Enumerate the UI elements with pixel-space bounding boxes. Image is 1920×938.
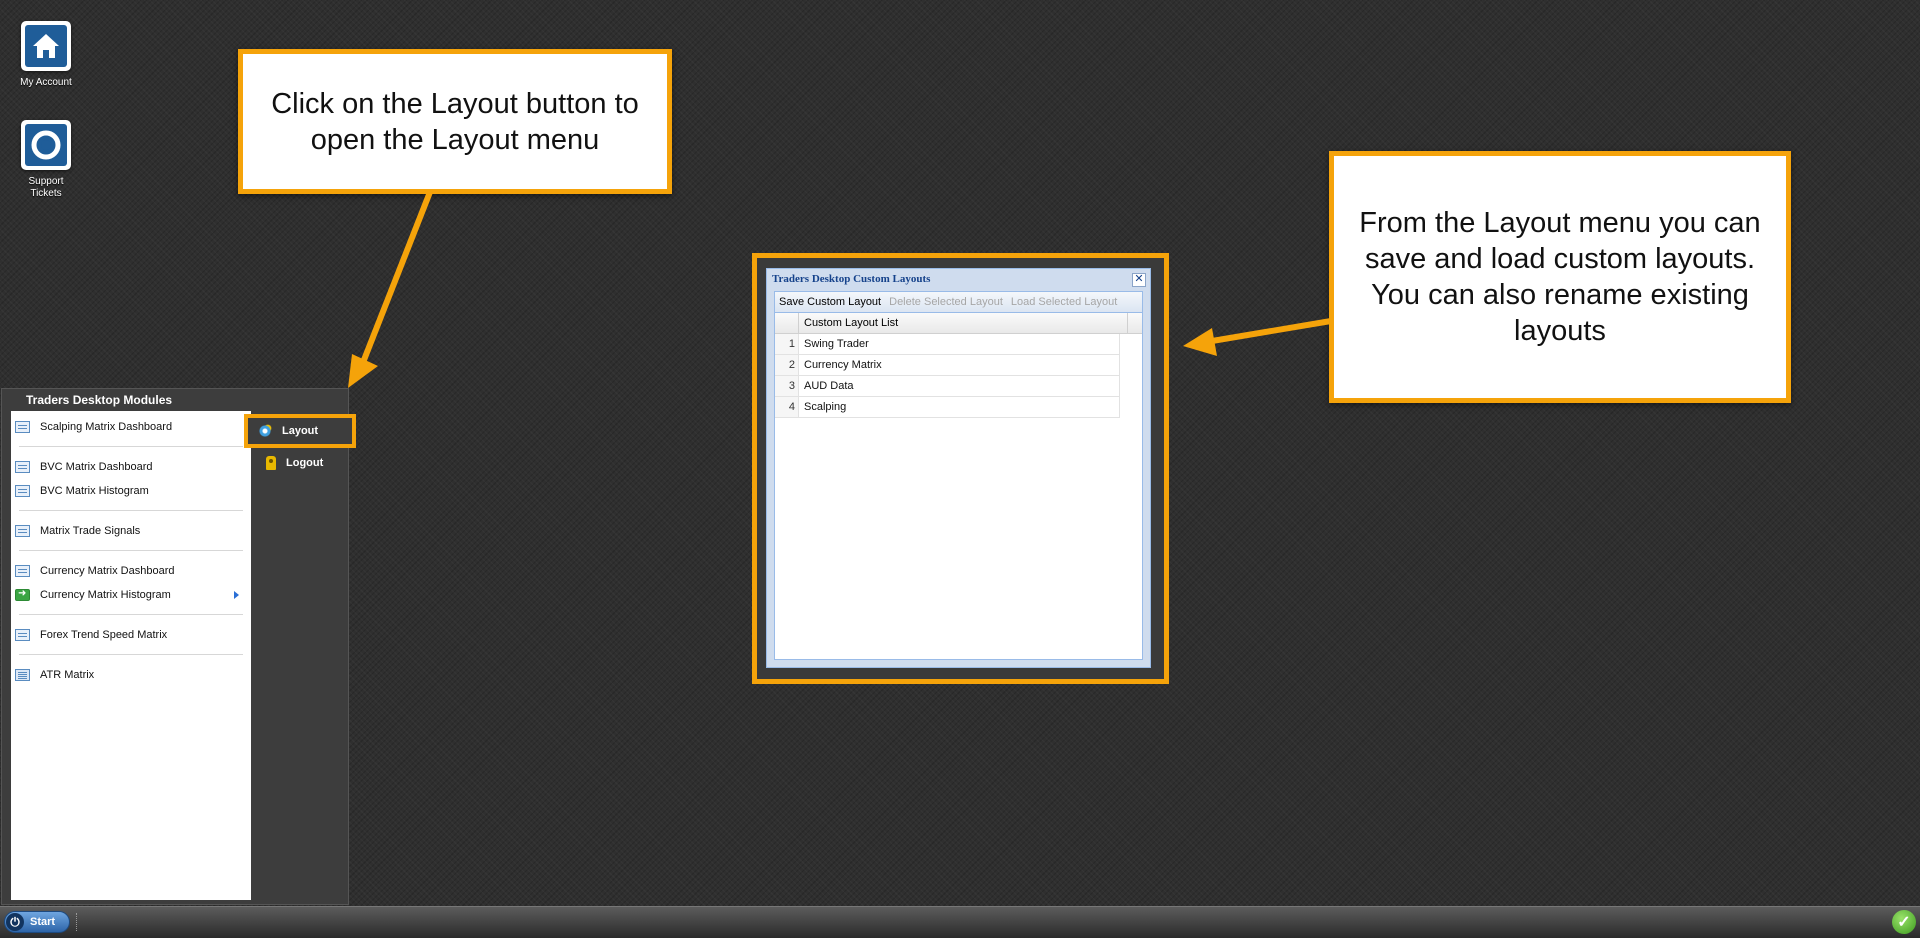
module-list: Scalping Matrix Dashboard BVC Matrix Das… xyxy=(11,411,251,900)
lifebuoy-icon xyxy=(21,120,71,170)
load-selected-layout-button[interactable]: Load Selected Layout xyxy=(1007,296,1121,308)
key-icon xyxy=(266,456,276,470)
start-menu-title: Traders Desktop Modules xyxy=(26,393,173,407)
dialog-title: Traders Desktop Custom Layouts xyxy=(772,273,931,285)
logout-button[interactable]: Logout xyxy=(252,448,348,478)
window-icon xyxy=(15,525,30,537)
divider xyxy=(19,510,243,511)
submenu-arrow-icon xyxy=(234,591,239,599)
column-header-custom-layout-list[interactable]: Custom Layout List xyxy=(799,313,1128,333)
custom-layouts-dialog: Traders Desktop Custom Layouts ✕ Save Cu… xyxy=(766,268,1151,668)
desktop-icon-label: Support Tickets xyxy=(28,176,64,199)
taskbar: ⏻ Start ✓ xyxy=(0,906,1920,938)
start-menu-actions: Layout Logout xyxy=(244,411,356,900)
layout-button[interactable]: Layout xyxy=(244,414,356,448)
row-number: 1 xyxy=(775,334,799,354)
arrow-head-icon xyxy=(1183,328,1217,356)
layout-button-label: Layout xyxy=(282,425,319,437)
divider xyxy=(19,654,243,655)
module-label: BVC Matrix Histogram xyxy=(40,485,149,497)
dialog-body: Save Custom Layout Delete Selected Layou… xyxy=(774,291,1143,660)
window-icon xyxy=(15,629,30,641)
logout-button-label: Logout xyxy=(286,457,324,469)
desktop-icon-support-tickets[interactable]: Support Tickets xyxy=(6,120,86,200)
module-label: Currency Matrix Histogram xyxy=(40,589,171,601)
layout-name-cell: Swing Trader xyxy=(799,334,1120,354)
table-row[interactable]: 4 Scalping xyxy=(775,397,1120,418)
row-number: 3 xyxy=(775,376,799,396)
divider xyxy=(19,550,243,551)
callout-layout-menu: From the Layout menu you can save and lo… xyxy=(1329,151,1791,403)
grid-header-end xyxy=(1128,313,1142,333)
table-row[interactable]: 2 Currency Matrix xyxy=(775,355,1120,376)
save-custom-layout-button[interactable]: Save Custom Layout xyxy=(775,296,885,308)
row-number: 4 xyxy=(775,397,799,417)
divider xyxy=(19,446,243,447)
table-icon xyxy=(15,669,30,681)
start-button-label: Start xyxy=(30,916,56,928)
delete-selected-layout-button[interactable]: Delete Selected Layout xyxy=(885,296,1007,308)
desktop-icon-my-account[interactable]: My Account xyxy=(6,21,86,89)
window-icon xyxy=(15,485,30,497)
module-atr-matrix[interactable]: ATR Matrix xyxy=(11,663,251,687)
module-label: ATR Matrix xyxy=(40,669,95,681)
gear-icon xyxy=(258,424,272,438)
callout-text: Click on the Layout button to open the L… xyxy=(271,87,639,156)
module-currency-matrix-histogram[interactable]: Currency Matrix Histogram xyxy=(11,583,251,607)
desktop-icon-label: My Account xyxy=(20,77,72,88)
window-icon xyxy=(15,565,30,577)
module-matrix-trade-signals[interactable]: Matrix Trade Signals xyxy=(11,519,251,543)
module-label: BVC Matrix Dashboard xyxy=(40,461,153,473)
table-row[interactable]: 1 Swing Trader xyxy=(775,334,1120,355)
module-currency-matrix-dashboard[interactable]: Currency Matrix Dashboard xyxy=(11,559,251,583)
row-number: 2 xyxy=(775,355,799,375)
module-label: Currency Matrix Dashboard xyxy=(40,565,175,577)
close-icon[interactable]: ✕ xyxy=(1132,273,1146,287)
callout-text: From the Layout menu you can save and lo… xyxy=(1359,207,1761,347)
status-check-icon: ✓ xyxy=(1892,910,1916,934)
window-icon xyxy=(15,461,30,473)
layout-name-cell: AUD Data xyxy=(799,376,1120,396)
module-label: Scalping Matrix Dashboard xyxy=(40,421,173,433)
start-button[interactable]: ⏻ Start xyxy=(4,911,70,933)
layout-name-cell: Scalping xyxy=(799,397,1120,417)
start-menu: Traders Desktop Modules Scalping Matrix … xyxy=(1,388,356,905)
home-icon xyxy=(21,21,71,71)
layout-name-cell: Currency Matrix xyxy=(799,355,1120,375)
dialog-toolbar: Save Custom Layout Delete Selected Layou… xyxy=(775,292,1142,313)
grid-header: Custom Layout List xyxy=(775,313,1142,334)
module-bvc-matrix-histogram[interactable]: BVC Matrix Histogram xyxy=(11,479,251,503)
dialog-highlight-frame: Traders Desktop Custom Layouts ✕ Save Cu… xyxy=(752,253,1169,684)
row-number-header xyxy=(775,313,799,333)
module-scalping-matrix-dashboard[interactable]: Scalping Matrix Dashboard xyxy=(11,415,251,439)
module-label: Matrix Trade Signals xyxy=(40,525,141,537)
module-bvc-matrix-dashboard[interactable]: BVC Matrix Dashboard xyxy=(11,455,251,479)
callout-layout-button: Click on the Layout button to open the L… xyxy=(238,49,672,194)
module-label: Forex Trend Speed Matrix xyxy=(40,629,168,641)
arrow-right-icon xyxy=(15,588,30,601)
module-forex-trend-speed-matrix[interactable]: Forex Trend Speed Matrix xyxy=(11,623,251,647)
arrow-head-icon xyxy=(348,354,378,388)
window-icon xyxy=(15,421,30,433)
divider xyxy=(19,614,243,615)
taskbar-grip xyxy=(76,913,80,931)
power-icon: ⏻ xyxy=(6,913,24,931)
table-row[interactable]: 3 AUD Data xyxy=(775,376,1120,397)
